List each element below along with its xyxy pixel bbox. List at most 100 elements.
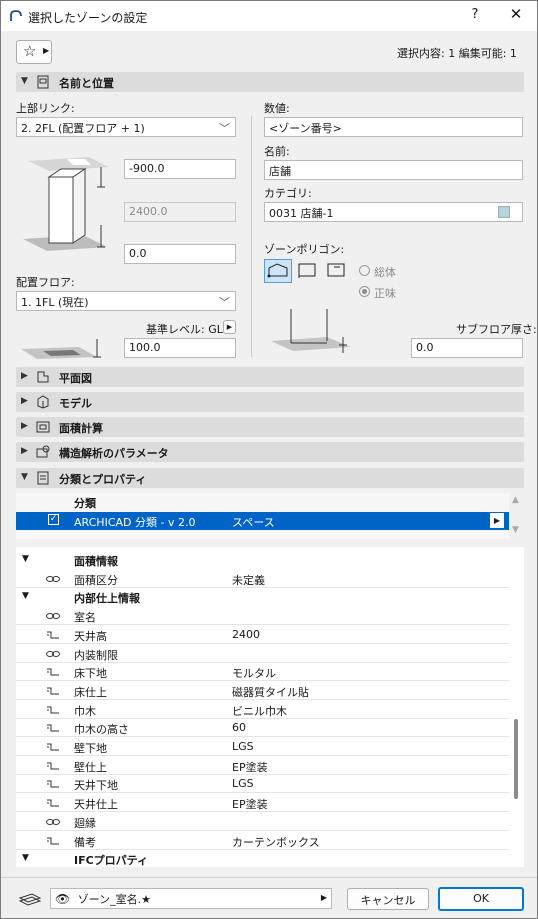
footer-divider [1,877,537,878]
property-name: 備考 [74,835,96,849]
bottom-offset-input[interactable]: 0.0 [124,244,236,264]
property-row[interactable]: 廻縁 [16,813,509,831]
property-value[interactable]: 磁器質タイル貼 [232,684,309,700]
category-color-swatch [498,206,510,218]
property-row[interactable]: 面積区分 未定義 [16,570,509,588]
radio-net[interactable] [359,286,370,297]
property-group-title: 面積情報 [74,555,118,568]
section-classification[interactable]: ▼ 分類とプロパティ [16,468,524,488]
chevron-right-icon: ▶ [226,323,233,331]
property-row[interactable]: 巾木の高さ 60 [16,719,509,738]
property-value[interactable]: EP塗装 [232,796,268,812]
radio-net-label: 正味 [374,287,396,300]
top-link-select[interactable]: 2. 2FL (配置フロア + 1) ﹀ [16,117,236,137]
polygon-manual-button[interactable] [264,259,292,283]
property-value[interactable]: モルタル [232,665,276,681]
property-group[interactable]: ▼ 面積情報 [16,551,509,569]
help-button[interactable]: ? [463,7,487,25]
zone-settings-dialog: 選択したゾーンの設定 ? ✕ ☆ ▶ 選択内容: 1 編集可能: 1 ▼ 名前と… [0,0,538,919]
height-input: 2400.0 [124,202,236,222]
classification-row[interactable]: ✓ ARCHICAD 分類 - v 2.0 スペース ▶ [16,512,509,530]
category-select[interactable]: 0031 店舗-1 [264,202,523,222]
property-name: 天井仕上 [74,798,118,812]
zone-name-input[interactable]: 店舗 [264,160,523,180]
property-row[interactable]: 床下地 モルタル [16,663,509,682]
property-row[interactable]: 室名 [16,607,509,626]
layers-icon [18,893,42,906]
section-title: 分類とプロパティ [59,473,147,486]
property-group[interactable]: ▼ 内部仕上情報 [16,588,509,606]
property-name: 床下地 [74,667,107,681]
expression-icon [47,631,59,639]
property-row[interactable]: 天井高 2400 [16,626,509,644]
collapse-triangle-icon: ▼ [22,853,29,864]
link-icon [46,650,60,657]
property-row[interactable]: 床仕上 磁器質タイル貼 [16,682,509,700]
property-name: 巾木 [74,704,96,718]
dialog-title: 選択したゾーンの設定 [28,11,148,25]
collapse-triangle-icon: ▼ [21,472,28,482]
property-value[interactable]: ビニル巾木 [232,703,287,719]
favorites-button[interactable]: ☆ ▶ [16,40,52,64]
close-button[interactable]: ✕ [501,5,531,27]
property-row[interactable]: 天井仕上 EP塗装 [16,794,509,813]
layer-select[interactable]: 👁 ゾーン_室名.★ ▶ [50,888,332,909]
top-link-value: 2. 2FL (配置フロア + 1) [21,122,145,135]
chevron-down-icon: ﹀ [219,296,230,309]
home-floor-select[interactable]: 1. 1FL (現在) ﹀ [16,291,236,311]
title-bar: 選択したゾーンの設定 ? ✕ [1,1,537,31]
top-offset-input[interactable]: -900.0 [124,159,236,179]
classification-checkbox[interactable]: ✓ [48,514,59,525]
expression-icon [47,762,59,770]
property-name: 天井下地 [74,779,118,793]
chevron-down-icon: ﹀ [219,122,230,135]
section-title: 平面図 [59,372,92,385]
scroll-down-icon: ▼ [512,525,519,535]
property-value[interactable]: 未定義 [232,572,265,588]
ref-level-input[interactable]: 100.0 [124,338,236,358]
classification-scrollbar[interactable]: ▲ ▼ [510,493,523,539]
property-row[interactable]: 備考 カーテンボックス [16,832,509,850]
zone-polygon-label: ゾーンポリゴン: [264,243,345,256]
section-floor-plan[interactable]: ▶ 平面図 [16,367,524,387]
property-row[interactable]: 壁下地 LGS [16,738,509,756]
zone-number-input[interactable]: <ゾーン番号> [264,117,523,137]
property-group[interactable]: ▼ IFCプロパティ [16,850,509,868]
section-structural[interactable]: ▶ 構造解析のパラメータ [16,442,524,462]
property-value[interactable]: EP塗装 [232,759,268,775]
classification-picker-button[interactable]: ▶ [490,513,504,528]
radio-gross[interactable] [359,265,370,276]
property-value[interactable]: LGS [232,740,254,753]
polygon-rect-icon [298,263,316,278]
property-value[interactable]: 2400 [232,628,260,641]
property-row[interactable]: 内装制限 [16,645,509,663]
section-title: 面積計算 [59,422,103,435]
property-group-title: IFCプロパティ [74,854,149,868]
property-value[interactable]: カーテンボックス [232,834,320,850]
ref-level-button[interactable]: ▶ [223,320,236,334]
section-name-position[interactable]: ▼ 名前と位置 [16,72,524,92]
polygon-manual-icon [267,263,288,278]
properties-scrollbar[interactable] [510,547,523,867]
property-row[interactable]: 天井下地 LGS [16,775,509,794]
scrollbar-thumb[interactable] [514,719,518,799]
expression-icon [47,724,59,732]
link-icon [46,575,60,582]
cancel-button[interactable]: キャンセル [347,888,429,910]
polygon-rectangle-button[interactable] [295,259,321,283]
property-row[interactable]: 巾木 ビニル巾木 [16,701,509,719]
classification-system: ARCHICAD 分類 - v 2.0 [74,516,196,529]
ok-button[interactable]: OK [438,887,524,911]
section-area-calc[interactable]: ▶ 面積計算 [16,417,524,437]
link-icon [46,613,60,620]
property-name: 壁下地 [74,742,107,755]
polygon-rotated-button[interactable] [324,259,350,283]
section-model[interactable]: ▶ モデル [16,392,524,412]
collapse-triangle-icon: ▼ [21,76,28,86]
subfloor-input[interactable]: 0.0 [411,338,523,358]
property-value[interactable]: LGS [232,777,254,790]
expand-triangle-icon: ▶ [21,421,28,431]
model-cube-icon [37,395,49,409]
property-row[interactable]: 壁仕上 EP塗装 [16,757,509,775]
property-value[interactable]: 60 [232,721,246,734]
